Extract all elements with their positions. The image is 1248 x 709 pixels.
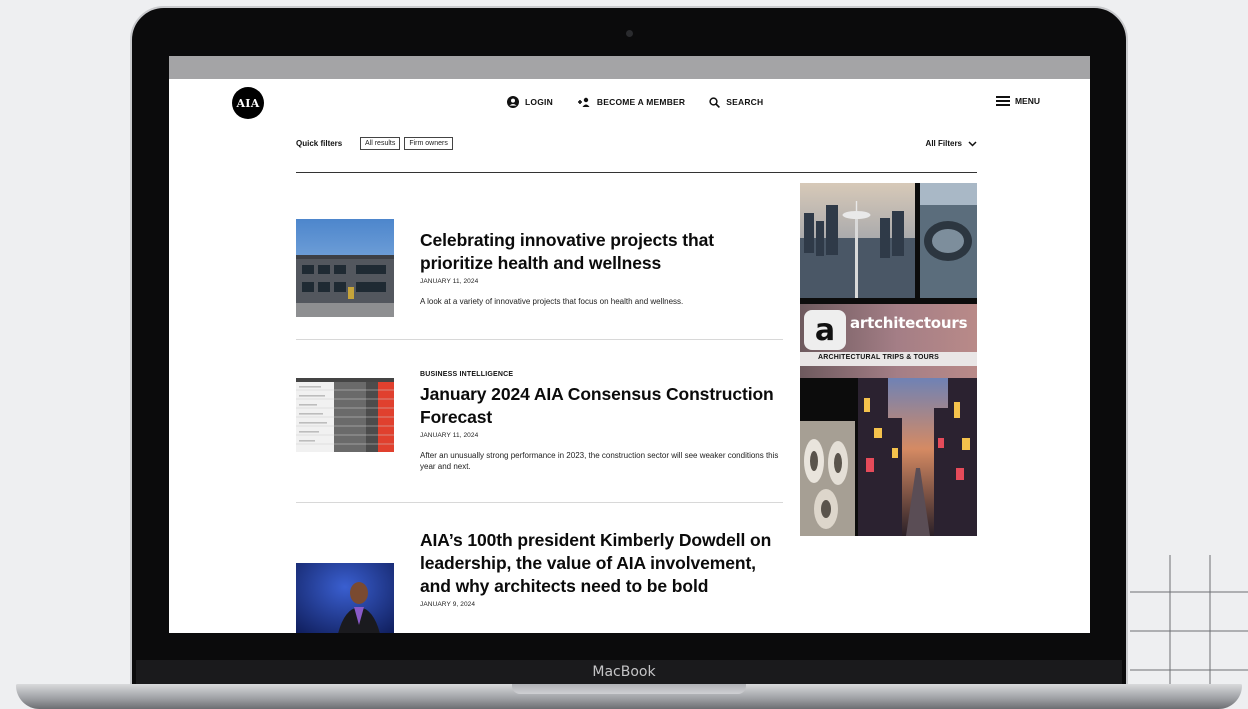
article-title[interactable]: AIA’s 100th president Kimberly Dowdell o… bbox=[420, 529, 780, 598]
search-icon bbox=[709, 96, 721, 108]
article-list: Celebrating innovative projects that pri… bbox=[296, 173, 783, 633]
ad-logo: a bbox=[804, 310, 846, 350]
menu-label: MENU bbox=[1014, 96, 1040, 106]
article-text: BUSINESS INTELLIGENCE January 2024 AIA C… bbox=[420, 371, 780, 472]
filter-chip-all-results[interactable]: All results bbox=[360, 137, 401, 150]
webcam bbox=[626, 30, 633, 37]
church-facade-image bbox=[800, 421, 855, 536]
browser-toolbar bbox=[169, 56, 1090, 79]
all-filters-label: All Filters bbox=[925, 139, 962, 148]
architectours-ad[interactable]: a artchitectours ARCHITECTURAL TRIPS & T… bbox=[800, 183, 977, 536]
article-date: JANUARY 11, 2024 bbox=[420, 278, 479, 285]
search-label: SEARCH bbox=[726, 97, 764, 107]
forecast-table-thumbnail[interactable] bbox=[296, 378, 394, 452]
article-date: JANUARY 9, 2024 bbox=[420, 601, 476, 608]
laptop-screen: AIA LOGIN BECOME A MEMBER SEARCH MENU Qu… bbox=[169, 56, 1090, 633]
ad-brand-name: artchitectours bbox=[850, 314, 968, 332]
search-link[interactable]: SEARCH bbox=[709, 96, 764, 108]
seattle-skyline-image bbox=[800, 183, 915, 298]
filter-chip-firm-owners[interactable]: Firm owners bbox=[404, 137, 453, 150]
article-title[interactable]: Celebrating innovative projects that pri… bbox=[420, 229, 780, 275]
tokyo-street-image bbox=[858, 378, 977, 536]
add-user-icon bbox=[577, 97, 590, 107]
article-description: After an unusually strong performance in… bbox=[420, 451, 779, 471]
menu-button[interactable]: MENU bbox=[995, 96, 1040, 106]
hamburger-icon bbox=[995, 96, 1010, 106]
circular-building-image bbox=[920, 183, 977, 298]
quick-filters-bar: Quick filters All results Firm owners Al… bbox=[296, 125, 977, 173]
article-description: A look at a variety of innovative projec… bbox=[420, 297, 684, 306]
article-title[interactable]: January 2024 AIA Consensus Construction … bbox=[420, 383, 780, 429]
site-header: AIA LOGIN BECOME A MEMBER SEARCH MENU bbox=[169, 79, 1090, 125]
article-text: Celebrating innovative projects that pri… bbox=[420, 229, 780, 307]
become-member-link[interactable]: BECOME A MEMBER bbox=[577, 97, 685, 107]
article-item[interactable]: BUSINESS INTELLIGENCE January 2024 AIA C… bbox=[296, 340, 783, 503]
building-thumbnail[interactable] bbox=[296, 219, 394, 317]
quick-filters-label: Quick filters bbox=[296, 139, 343, 148]
chevron-down-icon bbox=[968, 140, 977, 147]
article-date: JANUARY 11, 2024 bbox=[420, 432, 479, 439]
article-text: AIA’s 100th president Kimberly Dowdell o… bbox=[420, 529, 780, 608]
ad-tagline: ARCHITECTURAL TRIPS & TOURS bbox=[818, 354, 940, 361]
article-item[interactable]: AIA’s 100th president Kimberly Dowdell o… bbox=[296, 503, 783, 633]
all-filters-dropdown[interactable]: All Filters bbox=[926, 139, 977, 148]
device-label: MacBook bbox=[592, 664, 656, 680]
login-label: LOGIN bbox=[525, 97, 553, 107]
ad-brand-band: a artchitectours ARCHITECTURAL TRIPS & T… bbox=[800, 304, 977, 378]
aia-logo[interactable]: AIA bbox=[232, 87, 264, 119]
laptop-hinge-notch bbox=[512, 684, 746, 694]
user-circle-icon bbox=[507, 96, 519, 108]
login-link[interactable]: LOGIN bbox=[507, 96, 553, 108]
become-member-label: BECOME A MEMBER bbox=[596, 97, 686, 107]
article-kicker[interactable]: BUSINESS INTELLIGENCE bbox=[420, 371, 780, 378]
portrait-thumbnail[interactable] bbox=[296, 563, 394, 633]
top-nav: LOGIN BECOME A MEMBER SEARCH bbox=[507, 96, 763, 108]
article-item[interactable]: Celebrating innovative projects that pri… bbox=[296, 173, 783, 340]
filter-chips: All results Firm owners bbox=[360, 137, 453, 150]
